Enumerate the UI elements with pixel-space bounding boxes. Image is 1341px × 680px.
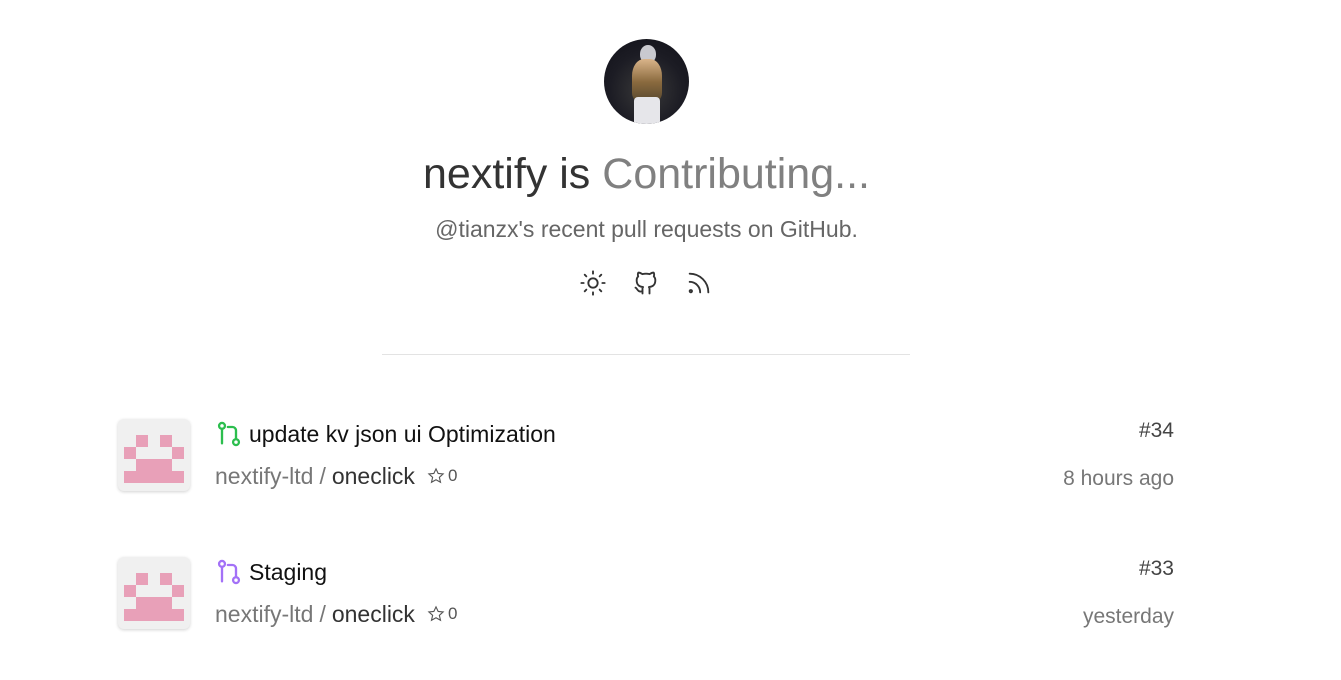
headline-connector: is (559, 150, 591, 198)
identicon-icon (124, 573, 184, 621)
pr-title-link[interactable]: update kv json ui Optimization (249, 421, 556, 448)
repo-separator: / (319, 462, 326, 489)
pr-timestamp: yesterday (1082, 605, 1174, 628)
headline-status: Contributing... (602, 150, 870, 198)
rss-icon (688, 272, 710, 294)
repo-name-link[interactable]: oneclick (332, 463, 415, 490)
pr-list-item: Staging nextify-ltd / oneclick 0 #33 yes… (118, 557, 1178, 631)
theme-toggle-button[interactable] (576, 266, 610, 300)
git-merge-icon (215, 558, 243, 586)
star-icon (427, 467, 445, 484)
pr-repo-row: nextify-ltd / oneclick 0 (215, 599, 457, 629)
section-divider (382, 354, 910, 355)
github-link[interactable] (629, 266, 663, 300)
star-icon (427, 605, 445, 622)
star-count: 0 (447, 604, 458, 623)
repo-name-link[interactable]: oneclick (332, 601, 415, 628)
page-title: nextify is Contributing... (0, 148, 1293, 200)
repo-stars: 0 (427, 604, 457, 624)
star-count: 0 (447, 466, 458, 485)
repo-separator: / (319, 600, 326, 627)
avatar-figure-body (632, 59, 662, 101)
pr-number[interactable]: #34 (1139, 419, 1174, 443)
pr-title-link[interactable]: Staging (249, 559, 327, 586)
rss-link[interactable] (682, 266, 716, 300)
pr-title-row: update kv json ui Optimization (215, 419, 556, 449)
pr-timestamp: 8 hours ago (1063, 467, 1174, 490)
pr-title-row: Staging (215, 557, 327, 587)
repo-owner-link[interactable]: nextify-ltd (215, 463, 313, 490)
repo-avatar[interactable] (118, 419, 190, 491)
profile-avatar (604, 39, 689, 124)
avatar-figure-legs (634, 97, 660, 124)
identicon-icon (124, 435, 184, 483)
toolbar-icons (576, 266, 716, 300)
page-subtitle: @tianzx's recent pull requests on GitHub… (435, 216, 858, 242)
pr-list-item: update kv json ui Optimization nextify-l… (118, 419, 1178, 493)
git-pull-request-icon (215, 420, 243, 448)
pr-number[interactable]: #33 (1139, 557, 1174, 581)
repo-stars: 0 (427, 466, 457, 486)
repo-owner-link[interactable]: nextify-ltd (215, 601, 313, 628)
profile-name: nextify (423, 150, 548, 198)
github-icon (634, 271, 657, 295)
sun-icon (580, 270, 606, 296)
repo-avatar[interactable] (118, 557, 190, 629)
pr-repo-row: nextify-ltd / oneclick 0 (215, 461, 457, 491)
